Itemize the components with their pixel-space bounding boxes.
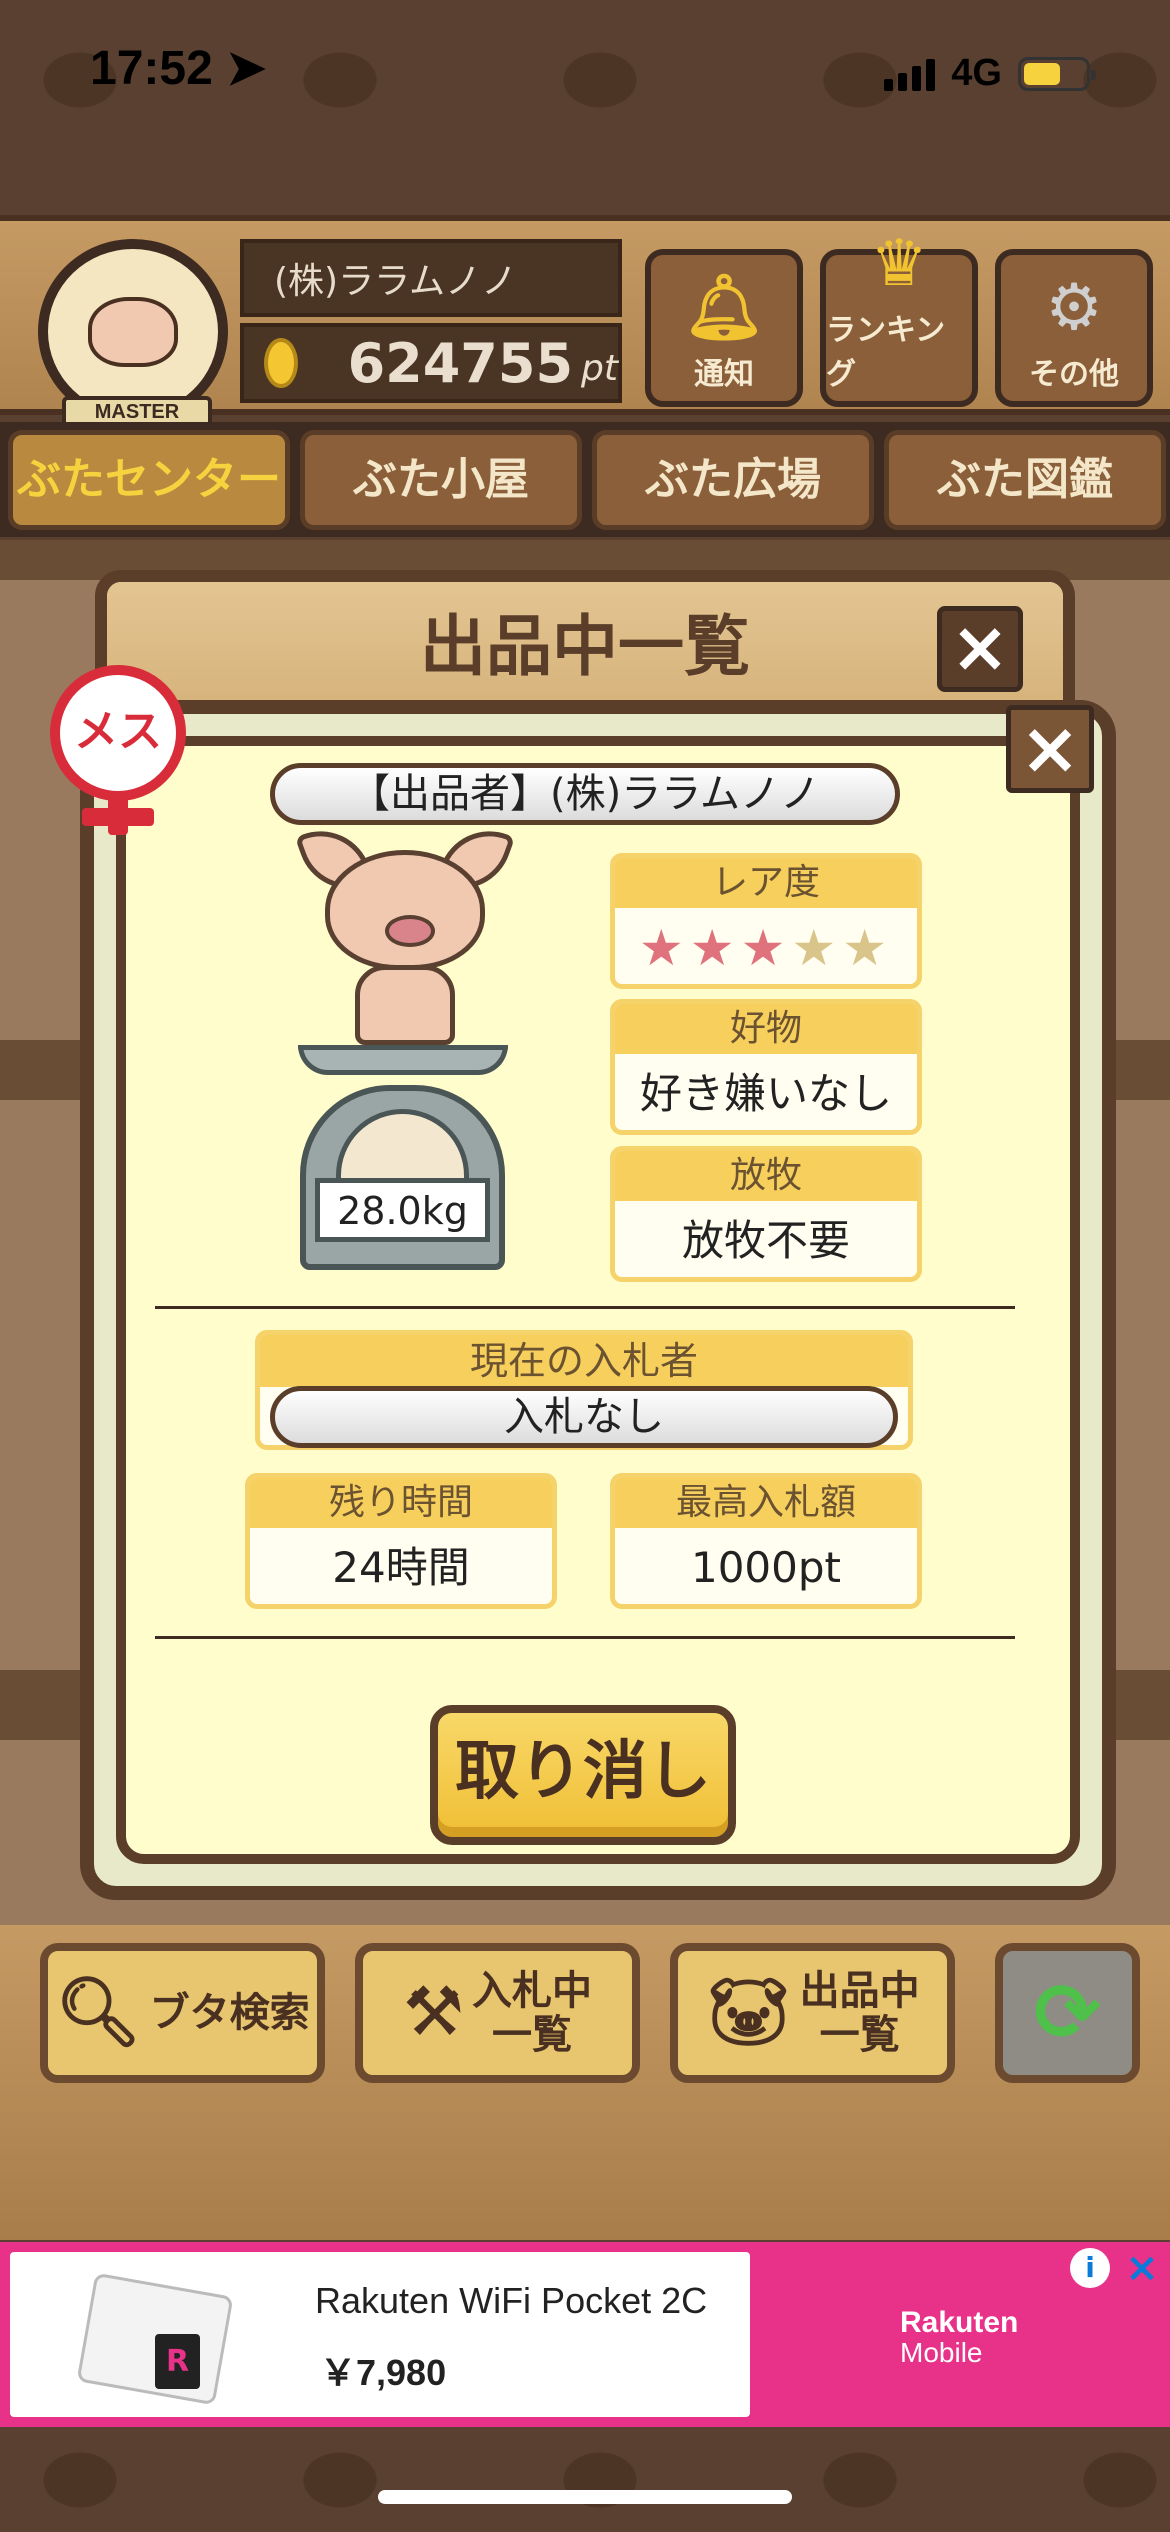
favorite-value: 好き嫌いなし: [639, 1069, 892, 1118]
grazing-label: 放牧: [615, 1151, 917, 1201]
ad-controls: i ×: [1070, 2248, 1162, 2288]
battery-icon: [1018, 56, 1096, 91]
tab-buta-center[interactable]: ぶたセンター: [8, 430, 290, 530]
bidding-list-button[interactable]: ⚒ 入札中 一覧: [355, 1943, 640, 2083]
gear-icon: ⚙: [1045, 271, 1103, 345]
avatar[interactable]: MASTER: [38, 239, 228, 428]
network-type: 4G: [951, 52, 1002, 94]
home-indicator[interactable]: [378, 2490, 792, 2504]
status-bar: 17:52 ➤ 4G: [0, 0, 1170, 150]
star-empty-icon: ★: [791, 919, 843, 977]
female-badge: メス: [48, 665, 188, 835]
main-nav: ぶたセンター ぶた小屋 ぶた広場 ぶた図鑑: [0, 422, 1170, 537]
header: MASTER (株)ララムノノ 624755 pt 🔔︎ 通知 ♛ ランキング …: [0, 215, 1170, 428]
location-arrow-icon: ➤: [226, 42, 267, 95]
listing-list-button[interactable]: 🐷︎ 出品中 一覧: [670, 1943, 955, 2083]
pig-detail-content: [116, 736, 1080, 1864]
ranking-button[interactable]: ♛ ランキング: [820, 229, 978, 407]
favorite-label: 好物: [615, 1004, 917, 1054]
ad-info-icon[interactable]: i: [1070, 2248, 1110, 2288]
highest-bid-label: 最高入札額: [615, 1478, 917, 1528]
modal-close-button[interactable]: ×: [1006, 705, 1094, 793]
remaining-time-box: 残り時間 24時間: [245, 1473, 557, 1609]
female-icon: メス: [50, 665, 186, 801]
tab-buta-hut[interactable]: ぶた小屋: [300, 430, 582, 530]
current-bidder-value: 入札なし: [270, 1386, 898, 1448]
listing-list-title: 出品中一覧: [107, 582, 1063, 712]
bottom-toolbar: 🔍︎ ブタ検索 ⚒ 入札中 一覧 🐷︎ 出品中 一覧 ⟳: [0, 1925, 1170, 2240]
notice-button[interactable]: 🔔︎ 通知: [645, 249, 803, 407]
user-name: (株)ララムノノ: [240, 239, 622, 317]
magnifier-icon: 🔍︎: [55, 1973, 142, 2052]
listing-list-close-button[interactable]: ×: [937, 606, 1023, 692]
divider: [155, 1306, 1015, 1309]
star-empty-icon: ★: [842, 919, 894, 977]
star-icon: ★: [689, 919, 741, 977]
tab-buta-plaza[interactable]: ぶた広場: [592, 430, 874, 530]
highest-bid-box: 最高入札額 1000pt: [610, 1473, 922, 1609]
rarity-box: レア度 ★★★★★: [610, 853, 922, 989]
ad-banner[interactable]: R Rakuten WiFi Pocket 2C ￥7,980 Rakuten M…: [0, 2242, 1170, 2427]
tab-buta-encyclopedia[interactable]: ぶた図鑑: [884, 430, 1166, 530]
status-indicators: 4G: [884, 52, 1096, 95]
ad-title: Rakuten WiFi Pocket 2C: [315, 2280, 708, 2321]
ad-card[interactable]: R Rakuten WiFi Pocket 2C ￥7,980: [10, 2252, 750, 2417]
coin-icon: [264, 338, 298, 388]
gavel-icon: ⚒: [403, 1973, 464, 2052]
bell-icon: 🔔︎: [683, 271, 765, 345]
points-display: 624755 pt: [240, 323, 622, 403]
ad-close-icon[interactable]: ×: [1122, 2248, 1162, 2288]
signal-icon: [884, 57, 936, 91]
grazing-value: 放牧不要: [681, 1216, 850, 1265]
divider: [155, 1636, 1015, 1639]
ad-price: ￥7,980: [320, 2352, 447, 2393]
rarity-label: レア度: [615, 858, 917, 908]
status-time: 17:52 ➤: [90, 42, 267, 95]
other-button[interactable]: ⚙ その他: [995, 249, 1153, 407]
crown-icon: ♛: [870, 227, 928, 301]
favorite-box: 好物 好き嫌いなし: [610, 999, 922, 1135]
rarity-stars: ★★★★★: [615, 908, 917, 984]
ad-product-image: R: [70, 2264, 240, 2406]
refresh-button[interactable]: ⟳: [995, 1943, 1140, 2083]
ad-brand-logo: Rakuten Mobile: [900, 2306, 1019, 2368]
cancel-listing-button[interactable]: 取り消し: [430, 1705, 736, 1845]
pig-face-icon: 🐷︎: [705, 1973, 792, 2052]
star-icon: ★: [638, 919, 690, 977]
refresh-icon: ⟳: [1033, 1966, 1102, 2059]
remaining-time-value: 24時間: [332, 1543, 470, 1592]
points-unit: pt: [581, 347, 618, 389]
star-icon: ★: [740, 919, 792, 977]
weight-value: 28.0kg: [315, 1178, 490, 1242]
grazing-box: 放牧 放牧不要: [610, 1146, 922, 1282]
pig-search-button[interactable]: 🔍︎ ブタ検索: [40, 1943, 325, 2083]
pig-face-icon: [88, 296, 178, 367]
points-value: 624755: [347, 331, 574, 395]
pig-illustration: [294, 816, 516, 1065]
seller-label: 【出品者】(株)ララムノノ: [270, 763, 900, 825]
scale-tray: [298, 1045, 508, 1075]
highest-bid-value: 1000pt: [690, 1543, 841, 1592]
remaining-time-label: 残り時間: [250, 1478, 552, 1528]
current-bidder-label: 現在の入札者: [260, 1335, 908, 1387]
